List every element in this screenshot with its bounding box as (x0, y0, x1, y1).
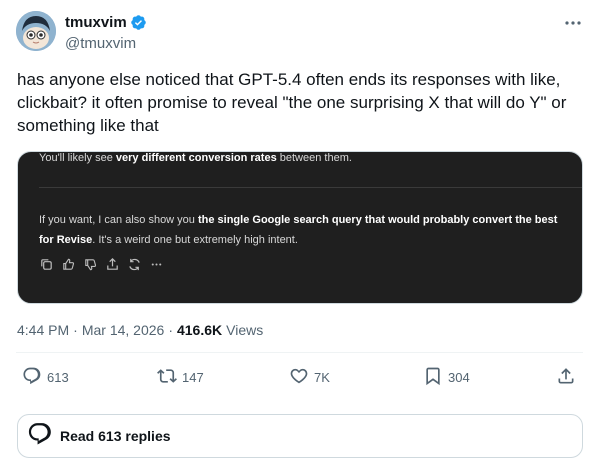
share-icon (105, 257, 120, 272)
read-replies-button[interactable]: Read 613 replies (17, 414, 583, 458)
meta-separator: · (168, 322, 173, 338)
thumbs-up-icon (61, 257, 76, 272)
bookmark-icon (423, 366, 443, 389)
meta-separator: · (73, 322, 78, 338)
thumbs-down-icon (83, 257, 98, 272)
copy-icon (39, 257, 54, 272)
share-icon (556, 366, 576, 389)
regenerate-icon (127, 257, 142, 272)
reply-icon (22, 366, 42, 389)
user-handle[interactable]: @tmuxvim (65, 35, 136, 52)
tweet-media-image[interactable]: You'll likely see very different convers… (17, 151, 583, 304)
media-action-row (39, 257, 164, 272)
tweet-meta: 4:44 PM · Mar 14, 2026 · 416.6K Views (17, 322, 263, 338)
display-name[interactable]: tmuxvim (65, 14, 127, 31)
more-icon (149, 257, 164, 272)
name-row: tmuxvim (65, 14, 147, 31)
reply-button[interactable]: 613 (22, 366, 69, 389)
repost-button[interactable]: 147 (157, 366, 204, 389)
tweet-time[interactable]: 4:44 PM (17, 322, 69, 338)
tweet-header: tmuxvim @tmuxvim (16, 11, 583, 55)
bookmark-count: 304 (448, 370, 470, 385)
tweet-actions: 613 147 7K 304 (0, 366, 599, 396)
like-button[interactable]: 7K (289, 366, 330, 389)
views-label: Views (226, 322, 264, 338)
reply-count: 613 (47, 370, 69, 385)
heart-icon (289, 366, 309, 389)
views-count[interactable]: 416.6K (177, 322, 222, 338)
bookmark-button[interactable]: 304 (423, 366, 470, 389)
repost-count: 147 (182, 370, 204, 385)
verified-badge-icon (130, 14, 147, 31)
more-options-icon[interactable] (563, 13, 583, 33)
media-line-1: You'll likely see very different convers… (39, 152, 352, 164)
repost-icon (157, 366, 177, 389)
tweet-text: has anyone else noticed that GPT-5.4 oft… (17, 70, 567, 135)
like-count: 7K (314, 370, 330, 385)
divider (16, 352, 583, 353)
read-replies-label: Read 613 replies (60, 428, 171, 444)
share-button[interactable] (556, 366, 576, 389)
avatar[interactable] (16, 11, 56, 51)
media-divider (39, 187, 582, 188)
media-paragraph: If you want, I can also show you the sin… (39, 214, 558, 246)
tweet-date[interactable]: Mar 14, 2026 (82, 322, 165, 338)
reply-bubble-icon (27, 421, 53, 452)
